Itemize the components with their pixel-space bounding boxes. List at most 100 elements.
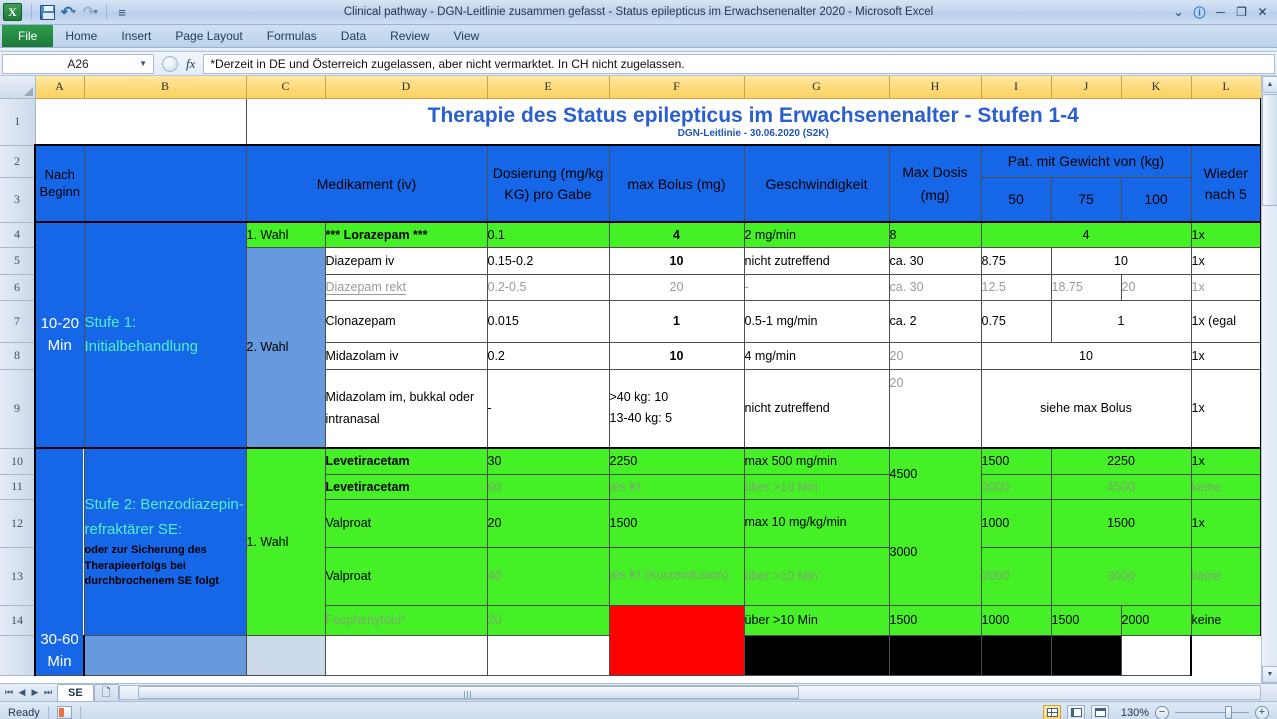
cell-g11-speed[interactable]: über >10 Min <box>743 473 890 500</box>
column-header-c[interactable]: C <box>246 76 326 99</box>
cell-k15[interactable] <box>1050 634 1122 676</box>
cell-f4-bolus[interactable]: 4 <box>608 221 745 248</box>
window-controls[interactable]: ⌄ ⓘ ─ ❐ ✕ <box>1170 5 1277 20</box>
cell-j12-w75[interactable]: 1500 <box>1050 498 1192 548</box>
column-header-b[interactable]: B <box>84 76 247 99</box>
vertical-scroll-thumb[interactable] <box>1262 94 1277 206</box>
cell-f14-bolus-highlight[interactable] <box>608 604 745 676</box>
cell-d7-drug[interactable]: Clonazepam <box>324 299 488 343</box>
cell-h15[interactable] <box>743 634 890 676</box>
cell-i11-w50[interactable]: 3000 <box>980 473 1052 500</box>
cell-d4-drug[interactable]: *** Lorazepam *** <box>324 221 488 248</box>
cell-d8-drug[interactable]: Midazolam iv <box>324 341 488 370</box>
minimize-button[interactable]: ─ <box>1212 5 1229 20</box>
cell-i10-w50[interactable]: 1500 <box>980 447 1052 475</box>
cell-l5-repeat[interactable]: 1x <box>1190 246 1262 275</box>
cell-h14-maxdose[interactable]: 1500 <box>888 604 982 636</box>
save-button[interactable] <box>37 3 57 22</box>
cell-a4-stufe1-time[interactable]: 10-20 Min <box>34 221 85 449</box>
cell-b10-stufe2-label[interactable]: Stufe 2: Benzodiazepin-refraktärer SE: o… <box>83 447 247 636</box>
cell-h12-maxdose[interactable]: 3000 <box>888 498 982 606</box>
tab-review[interactable]: Review <box>378 25 441 47</box>
cell-d12-drug[interactable]: Valproat <box>324 498 488 548</box>
cell-e7-dose[interactable]: 0.015 <box>486 299 610 343</box>
cell-c2-medikament[interactable]: Medikament (iv) <box>245 144 488 223</box>
cell-d10-drug[interactable]: Levetiracetam <box>324 447 488 475</box>
page-break-view-button[interactable] <box>1091 704 1109 719</box>
cell-i15[interactable] <box>888 634 982 676</box>
cell-i7-w50[interactable]: 0.75 <box>980 299 1052 343</box>
cell-j6-w75[interactable]: 18.75 <box>1050 273 1122 301</box>
cell-j11-w75[interactable]: 4500 <box>1050 473 1192 500</box>
row-header-14[interactable]: 14 <box>0 605 36 636</box>
cell-j10-w75[interactable]: 2250 <box>1050 447 1192 475</box>
row-header-13[interactable]: 13 <box>0 547 36 606</box>
cell-g12-speed[interactable]: max 10 mg/kg/min <box>743 498 890 548</box>
cell-g13-speed[interactable]: über >10 Min <box>743 546 890 606</box>
normal-view-button[interactable] <box>1043 704 1061 719</box>
cell-e9-dose[interactable]: - <box>486 368 610 449</box>
cell-g15[interactable] <box>486 634 610 676</box>
cell-f7-bolus[interactable]: 1 <box>608 299 745 343</box>
column-header-i[interactable]: I <box>981 76 1052 99</box>
cell-a2-nach-beginn[interactable]: Nach Beginn <box>34 144 85 223</box>
cell-d13-drug[interactable]: Valproat <box>324 546 488 606</box>
customize-qat-button[interactable]: ≡ <box>112 3 132 22</box>
ribbon-tab-bar[interactable]: File Home Insert Page Layout Formulas Da… <box>0 24 1277 48</box>
cell-h5-maxdose[interactable]: ca. 30 <box>888 246 982 275</box>
cell-d9-drug[interactable]: Midazolam im, bukkal oder intranasal <box>324 368 488 449</box>
column-header-e[interactable]: E <box>487 76 610 99</box>
cell-e8-dose[interactable]: 0.2 <box>486 341 610 370</box>
row-header-3[interactable]: 3 <box>0 177 36 223</box>
select-all-corner[interactable] <box>0 76 36 99</box>
row-header-4[interactable]: 4 <box>0 222 36 248</box>
zoom-level-label[interactable]: 130% <box>1115 707 1149 719</box>
zoom-out-button[interactable]: − <box>1155 705 1169 719</box>
cell-e10-dose[interactable]: 30 <box>486 447 610 475</box>
tab-view[interactable]: View <box>442 25 492 47</box>
vertical-scrollbar[interactable]: ▲ ▼ <box>1261 76 1277 683</box>
row-header-1[interactable]: 1 <box>0 98 36 146</box>
cell-e4-dose[interactable]: 0.1 <box>486 221 610 248</box>
cell-l13-repeat[interactable]: keine <box>1190 546 1262 606</box>
column-header-h[interactable]: H <box>889 76 982 99</box>
cell-d14-drug[interactable]: Fosphenytoin* <box>324 604 488 636</box>
column-header-l[interactable]: L <box>1191 76 1262 99</box>
cell-f2-max-bolus[interactable]: max Bolus (mg) <box>608 144 745 223</box>
column-header-d[interactable]: D <box>325 76 488 99</box>
column-header-f[interactable]: F <box>609 76 745 99</box>
column-header-a[interactable]: A <box>35 76 85 99</box>
cell-e2-dosierung[interactable]: Dosierung (mg/kg KG) pro Gabe <box>486 144 610 223</box>
formula-bar-buttons[interactable]: fx <box>154 55 203 72</box>
cell-j7-w75[interactable]: 1 <box>1050 299 1192 343</box>
cell-c10-wahl1[interactable]: 1. Wahl <box>245 447 326 636</box>
cell-l12-repeat[interactable]: 1x <box>1190 498 1262 548</box>
cell-d6-drug[interactable]: Diazepam rekt <box>324 273 488 301</box>
tab-formulas[interactable]: Formulas <box>255 25 329 47</box>
tab-insert[interactable]: Insert <box>109 25 163 47</box>
tab-home[interactable]: Home <box>53 25 109 47</box>
first-sheet-icon[interactable]: ⏮ <box>3 687 15 698</box>
horizontal-scrollbar[interactable] <box>118 685 1261 700</box>
cell-i2-gewicht-group[interactable]: Pat. mit Gewicht von (kg) <box>980 144 1192 178</box>
row-header-5[interactable]: 5 <box>0 247 36 275</box>
cell-e15[interactable] <box>324 634 488 676</box>
row-header-8[interactable]: 8 <box>0 342 36 370</box>
cell-i14-w50[interactable]: 1000 <box>980 604 1052 636</box>
cell-j3-weight-75[interactable]: 75 <box>1050 176 1122 223</box>
cell-i4-weights[interactable]: 4 <box>980 221 1192 248</box>
column-header-g[interactable]: G <box>744 76 890 99</box>
cell-f11-bolus[interactable]: als KI <box>608 473 745 500</box>
cell-f12-bolus[interactable]: 1500 <box>608 498 745 548</box>
row-header-6[interactable]: 6 <box>0 274 36 301</box>
cell-a10-stufe2-time[interactable]: 30-60 Min <box>34 447 85 676</box>
cell-g14-speed[interactable]: über >10 Min <box>743 604 890 636</box>
name-box-chevron-down-icon[interactable]: ▼ <box>139 59 147 68</box>
cell-h4-maxdose[interactable]: 8 <box>888 221 982 248</box>
last-sheet-icon[interactable]: ⏭ <box>42 687 54 698</box>
cell-l11-repeat[interactable]: keine <box>1190 473 1262 500</box>
cell-j14-w75[interactable]: 1500 <box>1050 604 1122 636</box>
cell-f13-bolus[interactable]: als KI (Kurzeinfusion) <box>608 546 745 606</box>
undo-button[interactable]: ↶ ▼ <box>59 3 79 22</box>
cell-f8-bolus[interactable]: 10 <box>608 341 745 370</box>
